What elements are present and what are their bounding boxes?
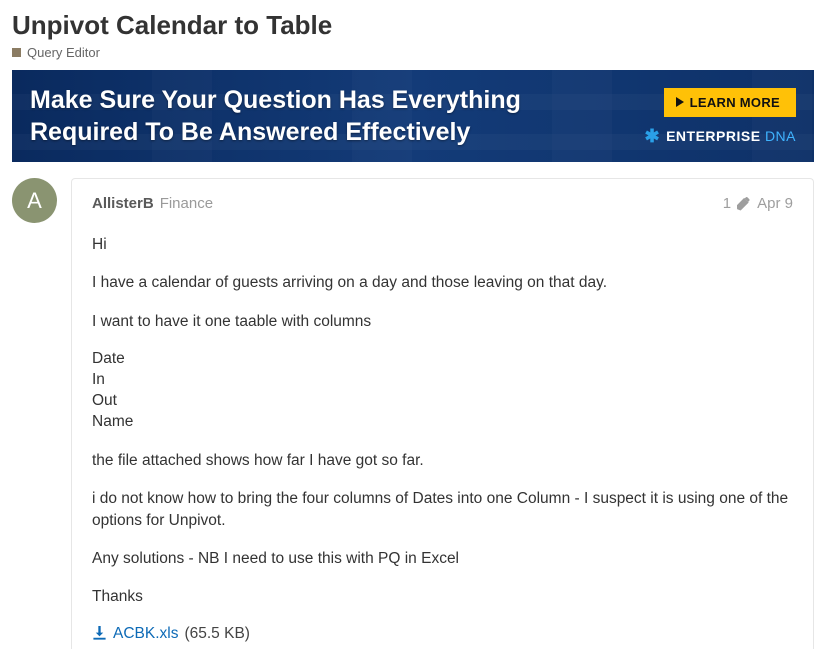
category-badge[interactable]: Query Editor: [12, 45, 814, 60]
paragraph: i do not know how to bring the four colu…: [92, 488, 793, 531]
download-icon: [92, 626, 107, 641]
paragraph: Any solutions - NB I need to use this wi…: [92, 548, 793, 569]
edit-count[interactable]: 1: [723, 195, 731, 212]
author-name[interactable]: AllisterB: [92, 195, 154, 212]
attachment-size: (65.5 KB): [184, 625, 249, 643]
paragraph: I want to have it one taable with column…: [92, 311, 793, 332]
category-name: Query Editor: [27, 45, 100, 60]
learn-more-label: LEARN MORE: [690, 95, 780, 110]
author-title: Finance: [160, 195, 213, 212]
learn-more-button[interactable]: LEARN MORE: [664, 88, 796, 117]
paragraph: the file attached shows how far I have g…: [92, 450, 793, 471]
post-date[interactable]: Apr 9: [757, 195, 793, 212]
post-header: AllisterB Finance 1 Apr 9: [92, 195, 793, 212]
post: A AllisterB Finance 1 Apr 9 Hi I have a …: [12, 178, 814, 649]
topic-title: Unpivot Calendar to Table: [12, 10, 814, 41]
paragraph: Hi: [92, 234, 793, 255]
post-body: Hi I have a calendar of guests arriving …: [92, 234, 793, 643]
pencil-icon[interactable]: [737, 197, 751, 211]
atom-icon: ✱: [644, 127, 660, 145]
attachment-link[interactable]: ACBK.xls: [113, 625, 178, 643]
brand-logo: ✱ ENTERPRISE DNA: [644, 127, 796, 145]
column-item: Date: [92, 349, 793, 370]
play-icon: [676, 97, 684, 107]
banner-headline: Make Sure Your Question Has Everything R…: [30, 84, 644, 148]
column-item: Out: [92, 391, 793, 412]
avatar[interactable]: A: [12, 178, 57, 223]
paragraph: I have a calendar of guests arriving on …: [92, 272, 793, 293]
column-item: Name: [92, 412, 793, 433]
column-item: In: [92, 370, 793, 391]
paragraph: Thanks: [92, 586, 793, 607]
announcement-banner[interactable]: Make Sure Your Question Has Everything R…: [12, 70, 814, 162]
attachment: ACBK.xls (65.5 KB): [92, 625, 793, 643]
post-card: AllisterB Finance 1 Apr 9 Hi I have a ca…: [71, 178, 814, 649]
category-color-icon: [12, 48, 21, 57]
